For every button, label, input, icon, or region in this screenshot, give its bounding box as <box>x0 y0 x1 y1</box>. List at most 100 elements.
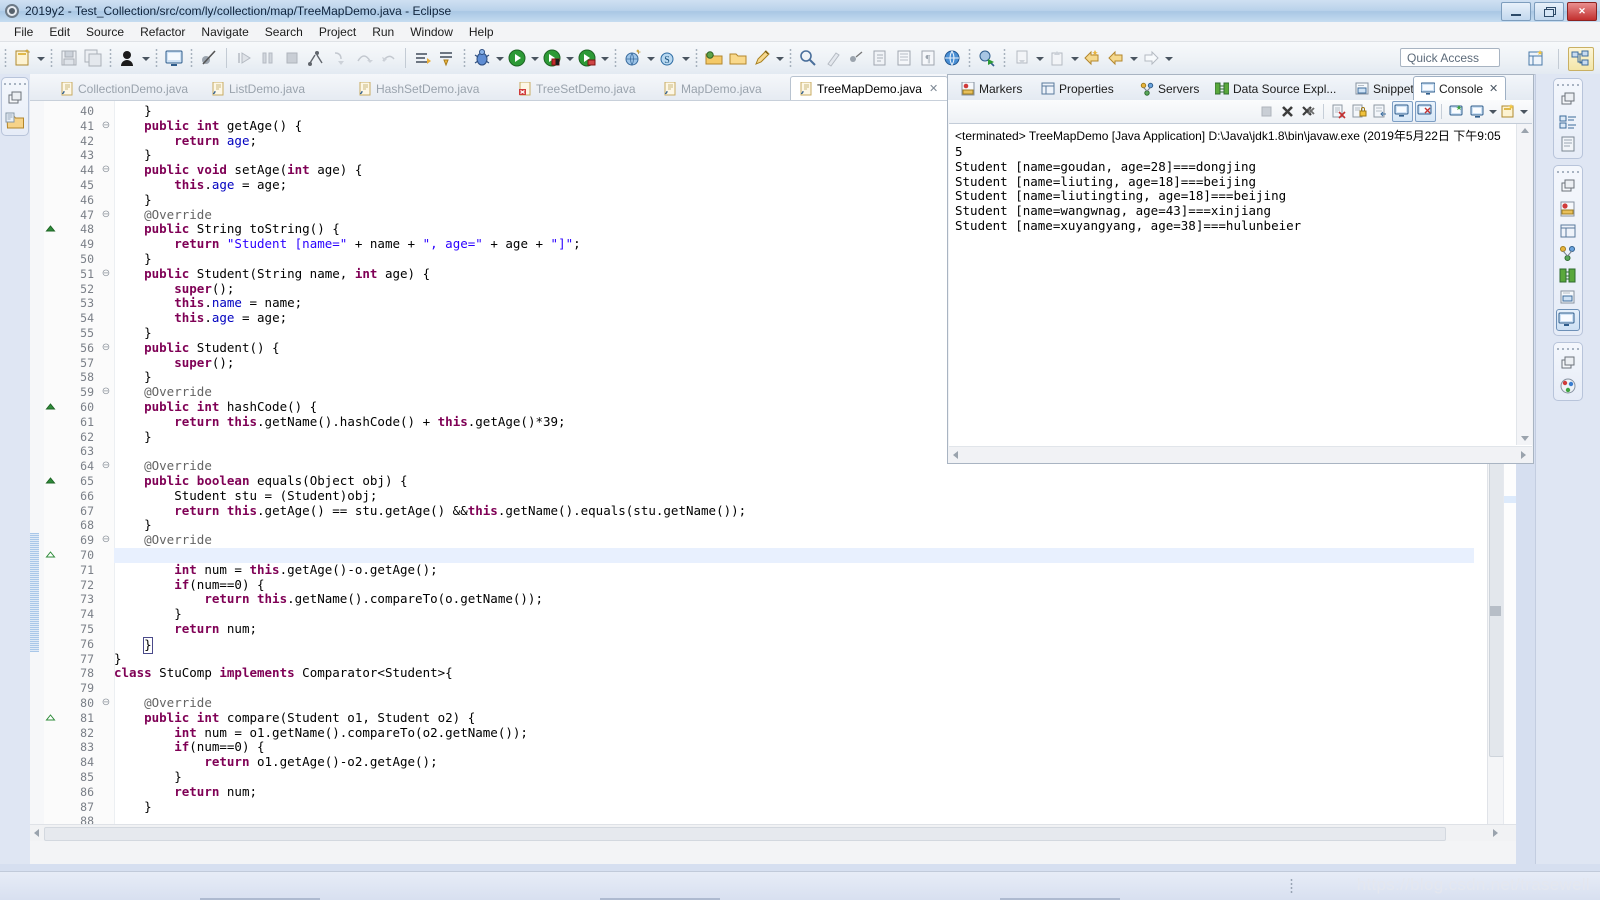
fold-collapse-icon[interactable]: ⊖ <box>98 533 114 548</box>
code-line[interactable]: @Override <box>114 384 212 400</box>
java-perspective-button[interactable] <box>1568 47 1594 71</box>
menu-item-help[interactable]: Help <box>461 23 502 41</box>
back-dropdown[interactable] <box>1128 47 1139 69</box>
code-line[interactable]: } <box>114 769 182 785</box>
code-line[interactable]: int num = this.getAge()-o.getAge(); <box>114 562 437 578</box>
code-line[interactable]: if(num==0) { <box>114 739 264 755</box>
console-icon[interactable] <box>1556 309 1580 331</box>
display-selected-console-dropdown[interactable] <box>1488 102 1498 121</box>
quick-access-input[interactable]: Quick Access <box>1400 48 1500 67</box>
new-wizard-dropdown[interactable] <box>35 47 46 69</box>
remove-all-terminated-icon[interactable] <box>1299 102 1318 121</box>
view-tab-servers[interactable]: Servers <box>1133 78 1206 100</box>
open-folder-icon[interactable] <box>727 47 749 69</box>
view-tab-close-icon[interactable]: ✕ <box>1489 82 1498 95</box>
fast-view-drag-dots[interactable] <box>1554 346 1582 352</box>
menu-item-search[interactable]: Search <box>257 23 311 41</box>
run-dropdown[interactable] <box>529 47 540 69</box>
fold-collapse-icon[interactable]: ⊖ <box>98 267 114 282</box>
code-line[interactable]: return this.getName().compareTo(o.getNam… <box>114 591 543 607</box>
code-line[interactable]: } <box>114 251 152 267</box>
last-edit-location-icon[interactable] <box>1081 47 1103 69</box>
new-java-project-icon[interactable] <box>622 47 644 69</box>
menu-item-run[interactable]: Run <box>364 23 402 41</box>
menu-item-edit[interactable]: Edit <box>41 23 78 41</box>
code-line[interactable]: super(); <box>114 281 234 297</box>
highlight-pen-dropdown[interactable] <box>774 47 785 69</box>
fold-collapse-icon[interactable]: ⊖ <box>98 119 114 134</box>
code-line[interactable]: public Student() { <box>114 340 279 356</box>
menu-item-window[interactable]: Window <box>402 23 461 41</box>
previous-annotation-dropdown[interactable] <box>1034 47 1045 69</box>
code-line[interactable]: public int compare(Student o1, Student o… <box>114 710 475 726</box>
new-wizard-icon[interactable] <box>12 47 34 69</box>
fold-collapse-icon[interactable]: ⊖ <box>98 208 114 223</box>
fast-view-drag-dots[interactable] <box>1554 169 1582 175</box>
external-tools-icon[interactable] <box>576 47 598 69</box>
fold-collapse-icon[interactable]: ⊖ <box>98 696 114 711</box>
editor-horizontal-scrollbar[interactable] <box>30 824 1516 841</box>
code-line[interactable]: return this.getAge() == stu.getAge() &&t… <box>114 503 746 519</box>
view-tab-markers[interactable]: Markers <box>954 78 1029 100</box>
scroll-lock-icon[interactable] <box>1350 102 1369 121</box>
remove-launch-icon[interactable] <box>1278 102 1297 121</box>
fold-collapse-icon[interactable]: ⊖ <box>98 163 114 178</box>
new-java-project-dropdown[interactable] <box>645 47 656 69</box>
code-line[interactable]: this.age = age; <box>114 310 287 326</box>
fold-collapse-icon[interactable]: ⊖ <box>98 385 114 400</box>
outline-icon[interactable] <box>1557 112 1579 132</box>
fast-view-drag-dots[interactable] <box>1554 82 1582 88</box>
code-line[interactable]: } <box>114 192 152 208</box>
run-icon[interactable] <box>506 47 528 69</box>
menu-item-refactor[interactable]: Refactor <box>132 23 193 41</box>
code-line[interactable]: return this.getName().hashCode() + this.… <box>114 414 565 430</box>
code-line[interactable]: return age; <box>114 133 257 149</box>
menu-item-project[interactable]: Project <box>311 23 364 41</box>
show-console-on-error-icon[interactable] <box>1415 101 1436 122</box>
menu-item-source[interactable]: Source <box>78 23 132 41</box>
data-source-explorer-icon[interactable] <box>1557 265 1579 285</box>
code-line[interactable]: if(num==0) { <box>114 577 264 593</box>
editor-tab-collectiondemo-java[interactable]: CollectionDemo.java <box>52 77 197 100</box>
skip-breakpoints-icon[interactable] <box>198 47 220 69</box>
code-line[interactable]: } <box>114 651 122 667</box>
restore-icon[interactable] <box>1557 90 1579 110</box>
code-line[interactable]: public int getAge() { <box>114 118 302 134</box>
package-explorer-icon[interactable] <box>4 111 26 131</box>
display-selected-console-icon[interactable] <box>1468 102 1487 121</box>
open-console-icon[interactable] <box>1499 102 1518 121</box>
run-last-tool-icon[interactable] <box>541 47 563 69</box>
code-line[interactable]: } <box>114 147 152 163</box>
servers-icon[interactable] <box>1557 243 1579 263</box>
use-step-filters-icon[interactable] <box>436 47 458 69</box>
code-line[interactable]: return num; <box>114 621 257 637</box>
new-package-dropdown[interactable] <box>680 47 691 69</box>
editor-tab-mapdemo-java[interactable]: MapDemo.java <box>655 77 771 100</box>
code-line[interactable]: this.name = name; <box>114 295 302 311</box>
code-line[interactable]: Student stu = (Student)obj; <box>114 488 377 504</box>
pin-console-icon[interactable] <box>1447 102 1466 121</box>
code-line[interactable]: public int hashCode() { <box>114 399 317 415</box>
clear-console-icon[interactable] <box>1329 102 1348 121</box>
restore-icon[interactable] <box>1557 354 1579 374</box>
open-web-browser-icon[interactable] <box>941 47 963 69</box>
code-line[interactable]: @Override <box>114 207 212 223</box>
code-line[interactable]: } <box>114 325 152 341</box>
code-line[interactable]: return o1.getAge()-o2.getAge(); <box>114 754 437 770</box>
markers-icon[interactable] <box>1557 199 1579 219</box>
code-line[interactable]: public String toString() { <box>114 221 340 237</box>
view-tab-datasourceexpl[interactable]: Data Source Expl... <box>1208 78 1343 100</box>
close-button[interactable]: ✕ <box>1567 2 1597 21</box>
console-view-icon[interactable] <box>163 47 185 69</box>
editor-annotation-ruler[interactable] <box>30 101 45 841</box>
debug-dropdown[interactable] <box>494 47 505 69</box>
code-line[interactable]: } <box>114 517 152 533</box>
save-all-icon[interactable] <box>82 47 104 69</box>
console-vertical-scrollbar[interactable] <box>1516 124 1532 445</box>
forward-dropdown[interactable] <box>1163 47 1174 69</box>
open-console-dropdown[interactable] <box>1519 102 1529 121</box>
word-wrap-icon[interactable] <box>1371 102 1390 121</box>
code-line[interactable]: this.age = age; <box>114 177 287 193</box>
code-line[interactable]: class StuComp implements Comparator<Stud… <box>114 665 453 681</box>
external-tools-dropdown[interactable] <box>599 47 610 69</box>
